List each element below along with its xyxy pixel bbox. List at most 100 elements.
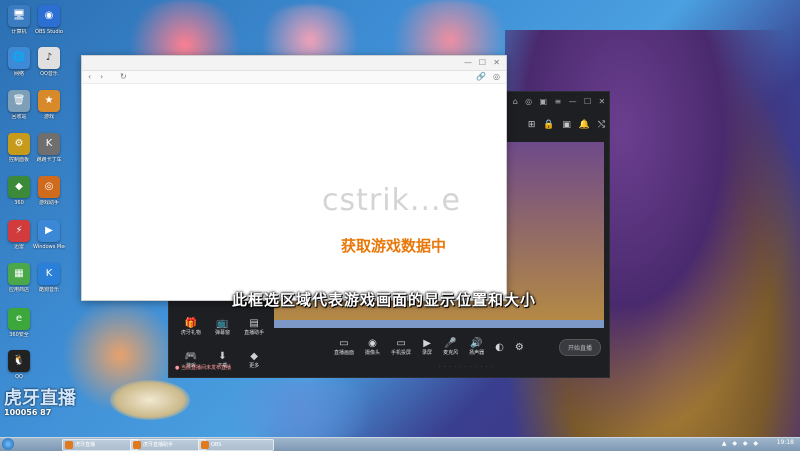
browser-window: — ☐ ✕ ‹ › ↻ 🔗 ◎ [81,55,507,301]
bell-icon[interactable]: 🔔 [579,120,590,130]
play-icon: ▶ [423,338,431,349]
btn-live-scene[interactable]: ▭ 直播画面 [334,338,354,356]
btn-speaker[interactable]: 🔊 扬声器 [469,338,484,356]
brand-logo: 虎牙直播 100056 87 [4,390,76,418]
gift-icon: 🎁 [184,318,198,329]
forward-icon[interactable]: › [100,72,103,82]
tool-label: 直播画面 [334,350,355,356]
status-info: · · · · · · · · · · · [439,364,494,370]
taskbar-item[interactable]: 虎牙直播 [62,439,138,451]
microphone-icon: 🎤 [444,338,457,349]
bottom-toolbar: ▭ 直播画面 ◉ 摄像头 ▭ 手机投屏 ▶ 录屏 🎤 麦克风 🔊 扬声器 ◐ ⚙ 开始直播 [334,334,609,360]
tool-helper[interactable]: ▤ 直播助手 [238,318,270,345]
btn-record[interactable]: ▶ 录屏 [422,338,432,356]
desktop-icon-label: 游戏助手 [38,200,59,206]
desktop-icon-label: 酷狗音乐 [38,287,59,293]
browser-nav-bar: ‹ › ↻ 🔗 ◎ [82,71,506,84]
tool-more[interactable]: ◆ 更多 [238,351,270,378]
system-tray[interactable]: ▲ ◆ ◆ ◆ [722,440,760,447]
tool-label: 手机投屏 [391,350,412,356]
desktop-icon-recycle[interactable]: 🗑 回收站 [3,90,35,120]
desktop-icon-obs[interactable]: ◉ OBS Studio [33,5,65,35]
stream-window-controls: ⌂ ◎ ▣ ≡ — ☐ ✕ [509,92,609,110]
helper-icon: ▤ [249,318,259,329]
btn-camera[interactable]: ◉ 摄像头 [365,338,380,356]
desktop-icon-qq[interactable]: 🐧 QQ [3,350,35,380]
link-icon[interactable]: 🔗 [476,72,486,82]
screen-icon: ▭ [339,338,349,349]
tool-label: 弹幕窗 [214,330,230,336]
desktop-icon-label: QQ [15,374,23,380]
minimize-icon[interactable]: — [569,97,577,106]
tool-label: 虎牙礼物 [180,330,201,336]
desktop-icon-assistant[interactable]: ◎ 游戏助手 [33,176,65,206]
media-player-icon: ▶ [38,220,60,242]
screen-icon[interactable]: ▣ [540,97,548,106]
maximize-icon[interactable]: ☐ [584,97,591,106]
share-icon[interactable]: ⤭ [598,120,605,130]
desktop-icon-label: 计算机 [11,29,27,35]
clock[interactable]: 19:18 [777,439,794,446]
beauty-icon: ◐ [495,341,504,353]
btn-phone-cast[interactable]: ▭ 手机投屏 [391,338,411,356]
tool-gift[interactable]: 🎁 虎牙礼物 [175,318,207,345]
desktop-icon-label: QQ音乐 [40,71,58,77]
desktop-icon-kugou[interactable]: K 酷狗音乐 [33,263,65,293]
go-live-button[interactable]: 开始直播 [558,338,601,356]
reload-icon[interactable]: ↻ [120,72,127,82]
wallpaper-coral [200,380,400,440]
video-subtitle: 此框选区域代表游戏画面的显示位置和大小 [232,291,537,309]
game-watermark: cstrik...e [322,183,461,218]
security-icon: ◆ [8,176,30,198]
taskbar-item[interactable]: 虎牙直播助手 [130,439,206,451]
maximize-icon[interactable]: ☐ [479,58,486,68]
record-icon[interactable]: ◎ [525,97,532,106]
stream-toolbar: ⊞ 🔒 ▣ 🔔 ⤭ [524,116,609,134]
desktop-icon-kart[interactable]: K 跑跑卡丁车 [33,133,65,163]
download-icon: ⚡ [8,220,30,242]
desktop-icon-label: 网络 [13,71,24,77]
close-icon[interactable]: ✕ [599,97,606,106]
tool-label: 扬声器 [469,350,485,356]
back-icon[interactable]: ‹ [88,72,91,82]
desktop-icon-store[interactable]: ▦ 应用商店 [3,263,35,293]
desktop-icon-computer[interactable]: 🖥 计算机 [3,5,35,35]
desktop-icon-game[interactable]: ★ 游戏 [33,90,65,120]
minimize-icon[interactable]: — [464,58,472,68]
btn-mic[interactable]: 🎤 麦克风 [443,338,458,356]
btn-beauty[interactable]: ◐ [495,342,504,353]
desktop-icon-music[interactable]: ♪ QQ音乐 [33,47,65,77]
desktop-icon-media[interactable]: ▶ Windows Media [33,220,65,250]
control-panel-icon: ⚙ [8,133,30,155]
tool-danmu[interactable]: 📺 弹幕窗 [207,318,239,345]
desktop-icon-control[interactable]: ⚙ 控制面板 [3,133,35,163]
camera-icon: ◉ [368,338,377,349]
home-icon[interactable]: ⌂ [513,97,518,106]
close-icon[interactable]: ✕ [493,58,500,68]
desktop-icon-label: 回收站 [11,114,27,120]
settings-icon[interactable]: ◎ [493,72,500,82]
taskbar-item[interactable]: OBS [198,439,274,451]
start-button[interactable] [2,438,14,450]
layout-icon[interactable]: ▣ [562,120,571,130]
grid-icon[interactable]: ⊞ [528,120,536,130]
phone-icon: ▭ [396,338,406,349]
browser-icon: e [8,308,30,330]
lock-icon[interactable]: 🔒 [543,120,554,130]
gamepad-icon: 🎮 [184,351,198,362]
btn-settings[interactable]: ⚙ [515,342,524,353]
menu-icon[interactable]: ≡ [554,97,561,106]
kart-icon: K [38,133,60,155]
tool-label: 更多 [249,363,260,369]
live-status: ● 当前直播间未发布直播 [175,365,231,371]
desktop-icon-label: 迅雷 [13,244,24,250]
desktop-icon-360[interactable]: ◆ 360 [3,176,35,206]
taskbar: 虎牙直播 虎牙直播助手 OBS ▲ ◆ ◆ ◆ 19:18 [0,437,800,451]
more-icon: ◆ [250,351,258,362]
desktop-icon-browser[interactable]: e 360安全 [3,308,35,338]
speaker-icon: 🔊 [470,338,483,349]
desktop-icon-network[interactable]: 🌐 网络 [3,47,35,77]
desktop-icon-xunlei[interactable]: ⚡ 迅雷 [3,220,35,250]
browser-title-bar: — ☐ ✕ [82,56,506,71]
tool-label: 直播助手 [244,330,265,336]
